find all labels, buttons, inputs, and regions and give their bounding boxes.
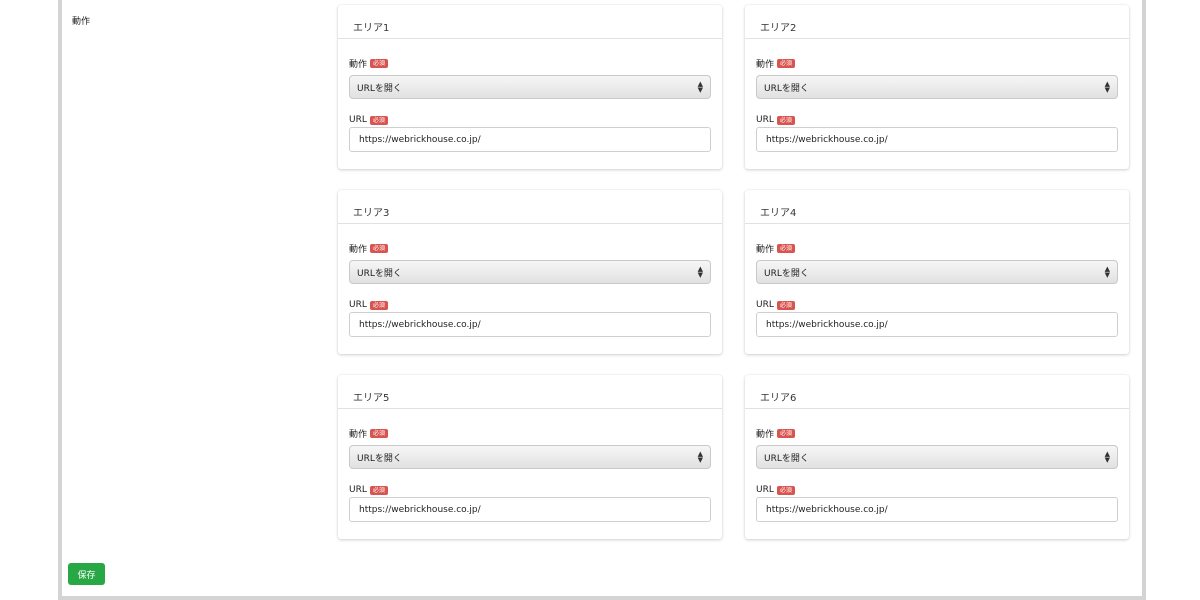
area-card-2: エリア2 動作 必須 URLを開く ▲ ▼ URL 必須 https://webr…: [745, 5, 1129, 169]
action-select[interactable]: URLを開く ▲ ▼: [349, 75, 711, 99]
url-input-value: https://webrickhouse.co.jp/: [359, 134, 481, 145]
save-button[interactable]: 保存: [68, 563, 105, 585]
action-select-value: URLを開く: [357, 268, 402, 279]
select-arrows-icon: ▲ ▼: [1104, 80, 1110, 94]
area-title: エリア3: [338, 190, 722, 224]
action-select[interactable]: URLを開く ▲ ▼: [756, 75, 1118, 99]
required-badge: 必須: [369, 300, 388, 310]
url-input[interactable]: https://webrickhouse.co.jp/: [756, 497, 1118, 522]
url-label: URL 必須: [756, 485, 795, 495]
action-select-value: URLを開く: [357, 83, 402, 94]
action-select[interactable]: URLを開く ▲ ▼: [756, 445, 1118, 469]
action-label-text: 動作: [349, 245, 368, 255]
section-label: 動作: [72, 17, 91, 27]
select-arrows-icon: ▲ ▼: [697, 80, 703, 94]
area-card-6: エリア6 動作 必須 URLを開く ▲ ▼ URL 必須 https://webr…: [745, 375, 1129, 539]
action-label-text: 動作: [349, 430, 368, 440]
action-select-value: URLを開く: [764, 83, 809, 94]
action-select-value: URLを開く: [764, 453, 809, 464]
url-label-text: URL: [756, 300, 774, 310]
required-badge: 必須: [776, 485, 795, 495]
action-select[interactable]: URLを開く ▲ ▼: [756, 260, 1118, 284]
url-label: URL 必須: [349, 485, 388, 495]
required-badge: 必須: [369, 485, 388, 495]
url-label-text: URL: [756, 485, 774, 495]
required-badge: 必須: [370, 59, 389, 68]
url-input[interactable]: https://webrickhouse.co.jp/: [756, 312, 1118, 337]
required-badge: 必須: [777, 244, 796, 253]
url-input-value: https://webrickhouse.co.jp/: [766, 134, 888, 145]
action-label: 動作 必須: [349, 427, 389, 440]
area-card-4: エリア4 動作 必須 URLを開く ▲ ▼ URL 必須 https://webr…: [745, 190, 1129, 354]
action-label: 動作 必須: [349, 242, 389, 255]
url-label-text: URL: [349, 485, 367, 495]
select-arrows-icon: ▲ ▼: [697, 265, 703, 279]
url-input-value: https://webrickhouse.co.jp/: [359, 319, 481, 330]
area-card-5: エリア5 動作 必須 URLを開く ▲ ▼ URL 必須 https://webr…: [338, 375, 722, 539]
action-select-value: URLを開く: [764, 268, 809, 279]
url-label-text: URL: [756, 115, 774, 125]
url-input-value: https://webrickhouse.co.jp/: [359, 504, 481, 515]
area-title: エリア1: [338, 5, 722, 39]
url-input[interactable]: https://webrickhouse.co.jp/: [349, 127, 711, 152]
action-select[interactable]: URLを開く ▲ ▼: [349, 260, 711, 284]
url-label: URL 必須: [756, 115, 795, 125]
url-input[interactable]: https://webrickhouse.co.jp/: [349, 497, 711, 522]
action-label: 動作 必須: [756, 242, 796, 255]
url-label: URL 必須: [349, 115, 388, 125]
required-badge: 必須: [370, 429, 389, 438]
select-arrows-icon: ▲ ▼: [1104, 450, 1110, 464]
action-label: 動作 必須: [756, 57, 796, 70]
url-input-value: https://webrickhouse.co.jp/: [766, 319, 888, 330]
action-label-text: 動作: [756, 245, 775, 255]
area-title: エリア6: [745, 375, 1129, 409]
action-label: 動作 必須: [756, 427, 796, 440]
required-badge: 必須: [776, 115, 795, 125]
required-badge: 必須: [776, 300, 795, 310]
url-label: URL 必須: [349, 300, 388, 310]
url-label-text: URL: [349, 115, 367, 125]
action-label-text: 動作: [756, 430, 775, 440]
area-title: エリア5: [338, 375, 722, 409]
action-select-value: URLを開く: [357, 453, 402, 464]
area-title: エリア4: [745, 190, 1129, 224]
required-badge: 必須: [777, 429, 796, 438]
url-label-text: URL: [349, 300, 367, 310]
action-label-text: 動作: [756, 60, 775, 70]
url-input-value: https://webrickhouse.co.jp/: [766, 504, 888, 515]
action-select[interactable]: URLを開く ▲ ▼: [349, 445, 711, 469]
url-label: URL 必須: [756, 300, 795, 310]
area-card-1: エリア1 動作 必須 URLを開く ▲ ▼ URL 必須 https://webr…: [338, 5, 722, 169]
select-arrows-icon: ▲ ▼: [1104, 265, 1110, 279]
url-input[interactable]: https://webrickhouse.co.jp/: [349, 312, 711, 337]
required-badge: 必須: [777, 59, 796, 68]
area-title: エリア2: [745, 5, 1129, 39]
required-badge: 必須: [369, 115, 388, 125]
area-card-3: エリア3 動作 必須 URLを開く ▲ ▼ URL 必須 https://webr…: [338, 190, 722, 354]
url-input[interactable]: https://webrickhouse.co.jp/: [756, 127, 1118, 152]
required-badge: 必須: [370, 244, 389, 253]
action-label-text: 動作: [349, 60, 368, 70]
select-arrows-icon: ▲ ▼: [697, 450, 703, 464]
action-label: 動作 必須: [349, 57, 389, 70]
